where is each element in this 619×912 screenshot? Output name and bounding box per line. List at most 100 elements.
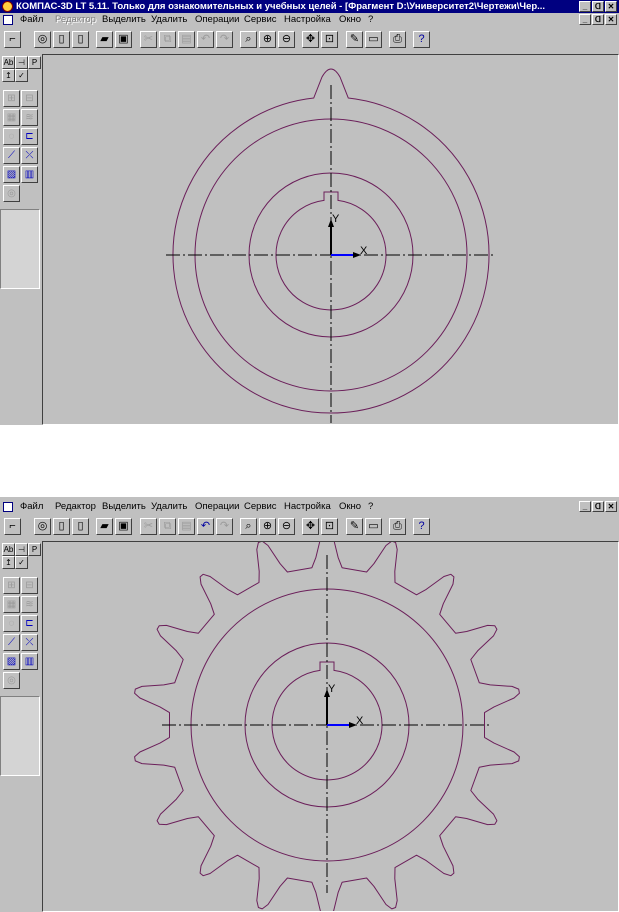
text-icon[interactable]: Ab (2, 543, 15, 556)
menu-file[interactable]: Файл (20, 13, 43, 27)
mark-icon[interactable]: ▦ (3, 109, 20, 126)
menu-editor[interactable]: Редактор (55, 500, 96, 514)
new-doc-icon[interactable]: ▯ (53, 518, 70, 535)
dimension-icon[interactable]: ⊟ (21, 90, 38, 107)
library-icon[interactable]: ▥ (21, 653, 38, 670)
paste-icon[interactable]: ▤ (178, 518, 195, 535)
camera-icon[interactable]: ◎ (34, 518, 51, 535)
undo-icon[interactable]: ↶ (197, 31, 214, 48)
mark-icon[interactable]: ▦ (3, 596, 20, 613)
check-icon[interactable]: ✓ (15, 69, 28, 82)
close-button[interactable]: ✕ (605, 1, 617, 12)
edit-icon[interactable]: ⊏ (21, 615, 38, 632)
circle-icon[interactable]: ◌ (3, 128, 20, 145)
hatch-icon[interactable]: ▨ (3, 653, 20, 670)
cut-icon[interactable]: ✂ (140, 31, 157, 48)
dimension-icon[interactable]: ⊟ (21, 577, 38, 594)
pan-icon[interactable]: ✥ (302, 518, 319, 535)
zoom-window-icon[interactable]: ⌕ (240, 31, 257, 48)
panel-icon[interactable]: ▭ (365, 31, 382, 48)
doc-maximize-button[interactable]: ᗡ (592, 501, 604, 512)
menu-operations[interactable]: Операции (195, 13, 239, 27)
spiral-icon[interactable]: ◎ (3, 185, 20, 202)
doc-maximize-button[interactable]: ᗡ (592, 14, 604, 25)
open-folder-icon[interactable]: ▰ (96, 518, 113, 535)
menu-settings[interactable]: Настройка (284, 13, 331, 27)
circle-icon[interactable]: ◌ (3, 615, 20, 632)
menu-service[interactable]: Сервис (244, 13, 277, 27)
bracket-icon[interactable]: ⊣ (15, 56, 28, 69)
redo-icon[interactable]: ↷ (216, 31, 233, 48)
document-menu-icon[interactable] (3, 502, 13, 512)
param-icon[interactable]: P (28, 56, 41, 69)
drawing-svg[interactable]: Y X (43, 542, 618, 911)
help-icon[interactable]: ? (413, 518, 430, 535)
menu-editor[interactable]: Редактор (55, 13, 96, 27)
line-icon[interactable]: ⟋ (3, 634, 20, 651)
param-icon[interactable]: P (28, 543, 41, 556)
copy-icon[interactable]: ⧉ (159, 31, 176, 48)
menu-settings[interactable]: Настройка (284, 500, 331, 514)
print-preview-icon[interactable]: ⎙ (389, 518, 406, 535)
edit-icon[interactable]: ⊏ (21, 128, 38, 145)
library-icon[interactable]: ▥ (21, 166, 38, 183)
print-preview-icon[interactable]: ⎙ (389, 31, 406, 48)
layer-icon[interactable]: ≋ (21, 596, 38, 613)
hatch-icon[interactable]: ▨ (3, 166, 20, 183)
cut-icon[interactable]: ✂ (140, 518, 157, 535)
intersect-icon[interactable]: ⤫ (21, 634, 38, 651)
layer-icon[interactable]: ≋ (21, 109, 38, 126)
minimize-button[interactable]: _ (579, 1, 591, 12)
menu-window[interactable]: Окно (339, 500, 361, 514)
geometry-icon[interactable]: ⊞ (3, 90, 20, 107)
undo-icon[interactable]: ↶ (197, 518, 214, 535)
menu-select[interactable]: Выделить (102, 13, 146, 27)
geometry-icon[interactable]: ⊞ (3, 577, 20, 594)
save-icon[interactable]: ▣ (115, 31, 132, 48)
menu-service[interactable]: Сервис (244, 500, 277, 514)
cursor-icon[interactable]: ↥ (2, 556, 15, 569)
doc-minimize-button[interactable]: _ (579, 501, 591, 512)
copy-icon[interactable]: ⧉ (159, 518, 176, 535)
kompas-app-icon[interactable] (2, 1, 13, 12)
redo-icon[interactable]: ↷ (216, 518, 233, 535)
draw-icon[interactable]: ✎ (346, 518, 363, 535)
menu-operations[interactable]: Операции (195, 500, 239, 514)
save-icon[interactable]: ▣ (115, 518, 132, 535)
open-folder-icon[interactable]: ▰ (96, 31, 113, 48)
pan-icon[interactable]: ✥ (302, 31, 319, 48)
doc-close-button[interactable]: ✕ (605, 14, 617, 25)
zoom-in-icon[interactable]: ⊕ (259, 31, 276, 48)
zoom-all-icon[interactable]: ⊡ (321, 31, 338, 48)
doc-close-button[interactable]: ✕ (605, 501, 617, 512)
line-icon[interactable]: ⟋ (3, 147, 20, 164)
menu-window[interactable]: Окно (339, 13, 361, 27)
maximize-button[interactable]: ᗡ (592, 1, 604, 12)
menu-delete[interactable]: Удалить (151, 13, 187, 27)
drawing-canvas[interactable]: Y X (42, 54, 619, 425)
pointer-icon[interactable]: ⌐ (4, 31, 21, 48)
zoom-out-icon[interactable]: ⊖ (278, 518, 295, 535)
panel-icon[interactable]: ▭ (365, 518, 382, 535)
zoom-window-icon[interactable]: ⌕ (240, 518, 257, 535)
cursor-icon[interactable]: ↥ (2, 69, 15, 82)
doc-minimize-button[interactable]: _ (579, 14, 591, 25)
menu-delete[interactable]: Удалить (151, 500, 187, 514)
drawing-canvas[interactable]: Y X (42, 541, 619, 912)
menu-select[interactable]: Выделить (102, 500, 146, 514)
bracket-icon[interactable]: ⊣ (15, 543, 28, 556)
intersect-icon[interactable]: ⤫ (21, 147, 38, 164)
document-menu-icon[interactable] (3, 15, 13, 25)
help-icon[interactable]: ? (413, 31, 430, 48)
check-icon[interactable]: ✓ (15, 556, 28, 569)
spiral-icon[interactable]: ◎ (3, 672, 20, 689)
blank-doc-icon[interactable]: ▯ (72, 31, 89, 48)
menu-help[interactable]: ? (368, 13, 373, 27)
zoom-in-icon[interactable]: ⊕ (259, 518, 276, 535)
blank-doc-icon[interactable]: ▯ (72, 518, 89, 535)
title-bar[interactable]: КОМПАС-3D LT 5.11. Только для ознакомите… (0, 0, 619, 13)
paste-icon[interactable]: ▤ (178, 31, 195, 48)
drawing-svg[interactable]: Y X (43, 55, 618, 424)
new-doc-icon[interactable]: ▯ (53, 31, 70, 48)
draw-icon[interactable]: ✎ (346, 31, 363, 48)
